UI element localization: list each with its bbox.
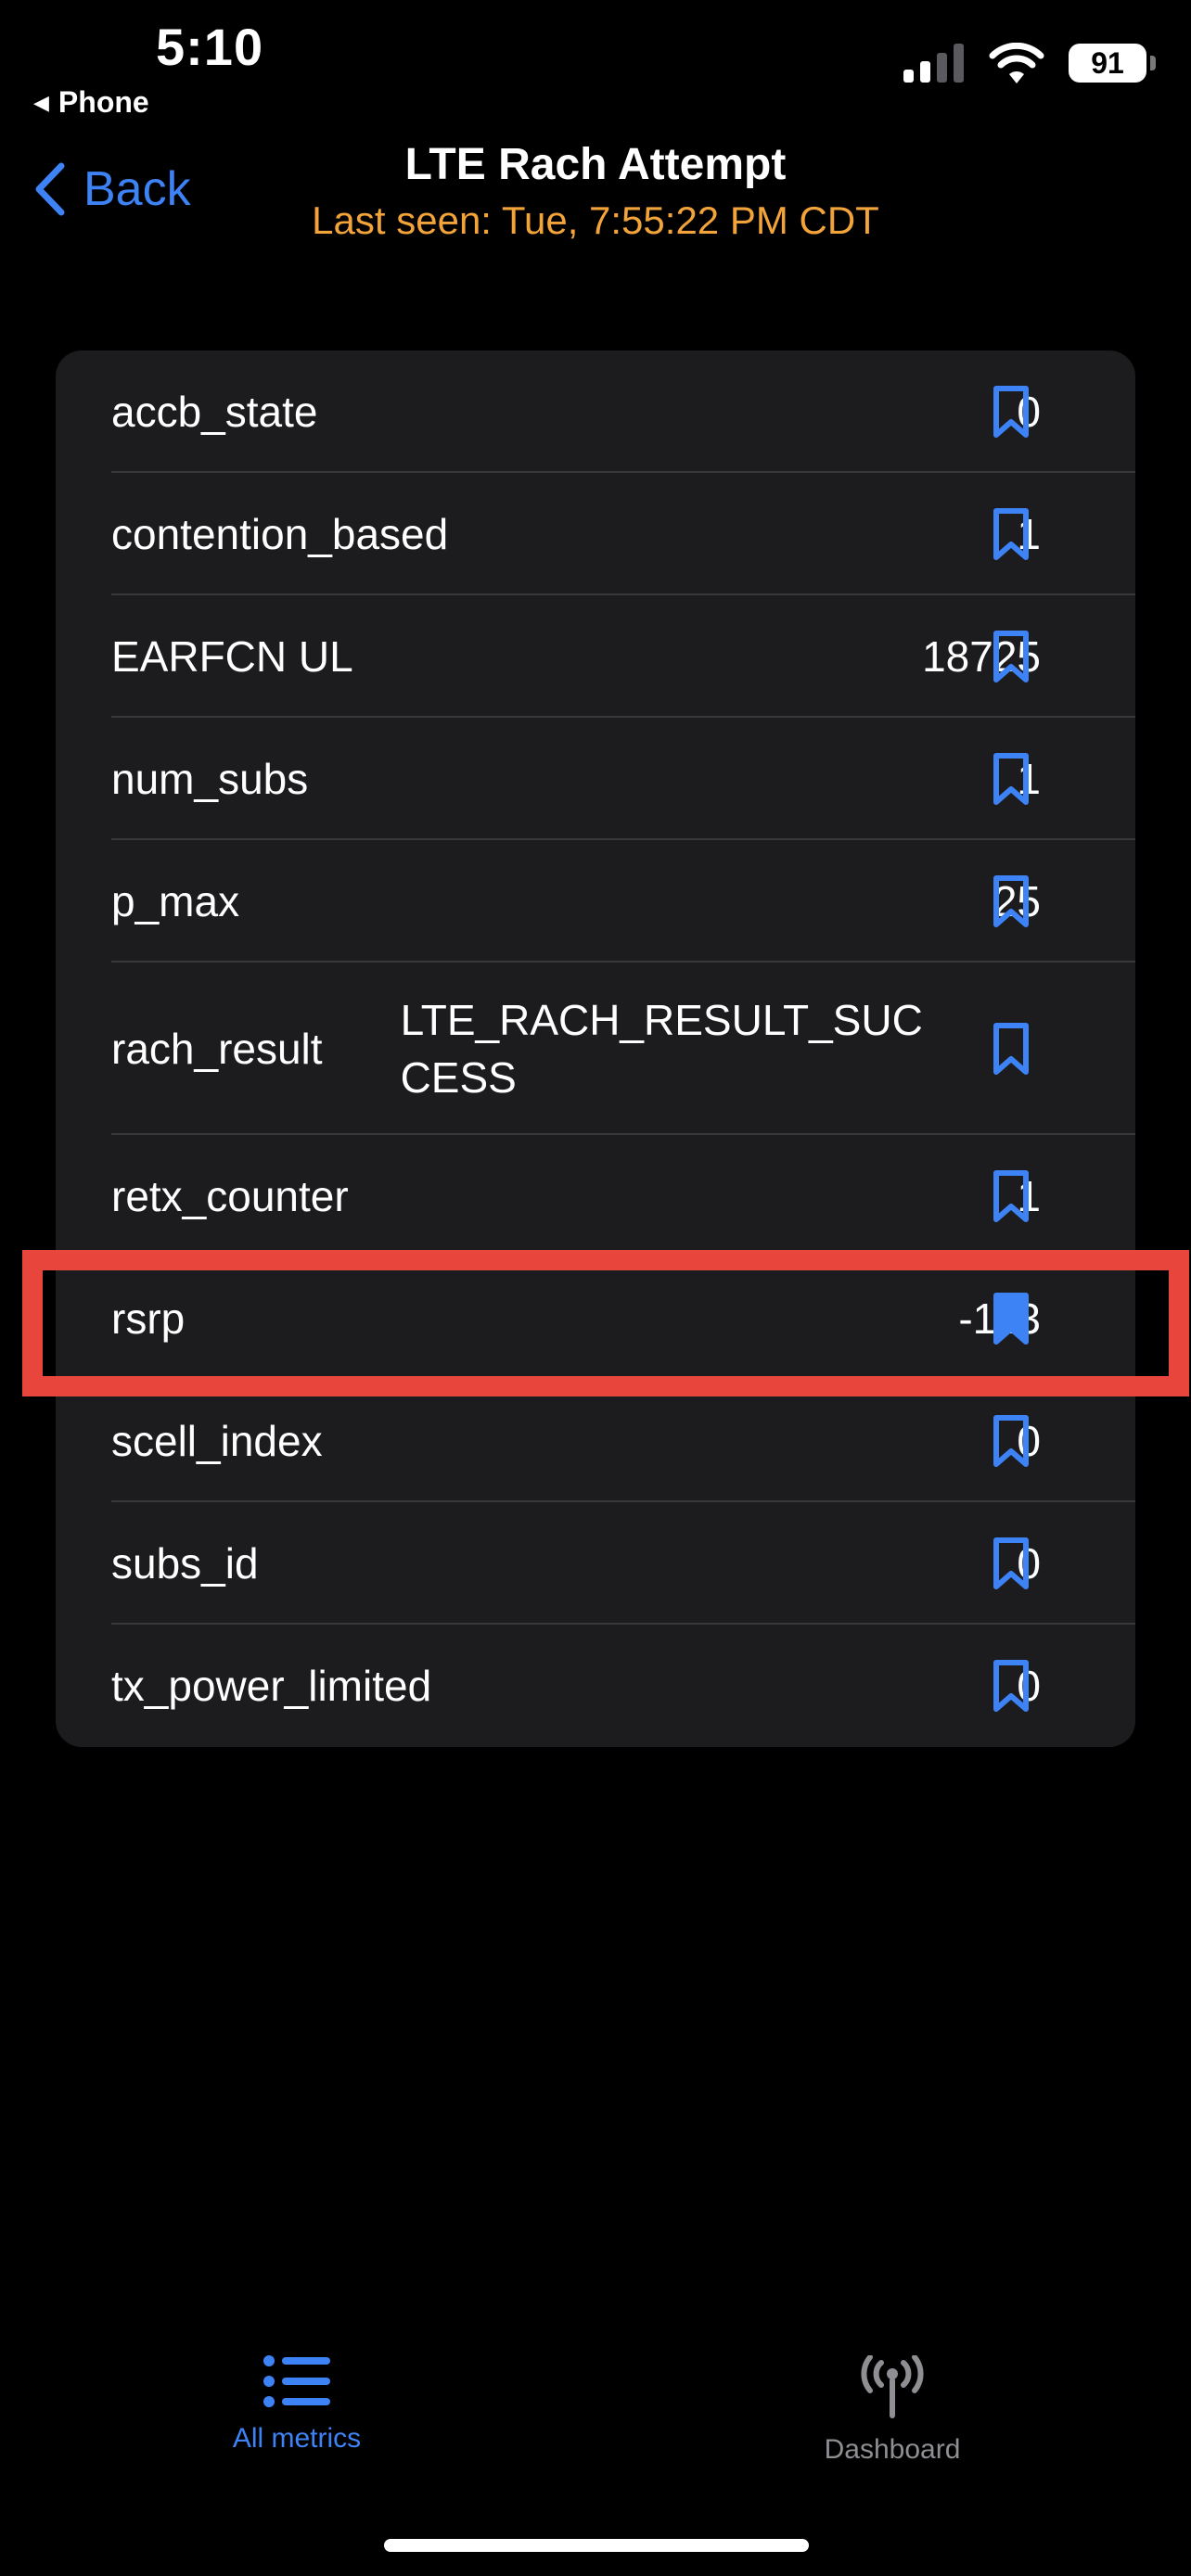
back-to-phone-link[interactable]: ◀ Phone: [33, 85, 149, 120]
back-triangle-icon: ◀: [33, 90, 49, 114]
bookmark-icon[interactable]: [992, 1169, 1030, 1223]
home-indicator: [384, 2539, 809, 2552]
metric-row-tx-power-limited[interactable]: tx_power_limited 0: [56, 1625, 1135, 1747]
bookmark-icon[interactable]: [992, 752, 1030, 806]
metrics-list: accb_state 0 contention_based 1 EARFCN U…: [56, 351, 1135, 1747]
list-icon: [263, 2355, 330, 2407]
metric-label: scell_index: [111, 1417, 323, 1465]
metric-row-contention-based[interactable]: contention_based 1: [56, 473, 1135, 595]
bookmark-icon[interactable]: [992, 1022, 1030, 1076]
status-time: 5:10: [156, 18, 264, 76]
metric-row-p-max[interactable]: p_max 25: [56, 840, 1135, 963]
bookmark-icon[interactable]: [992, 385, 1030, 439]
battery-level: 91: [1091, 45, 1124, 80]
metric-label: subs_id: [111, 1539, 259, 1588]
tab-dashboard-label: Dashboard: [824, 2434, 961, 2465]
metric-row-subs-id[interactable]: subs_id 0: [56, 1502, 1135, 1625]
metric-label: p_max: [111, 877, 240, 925]
bookmark-icon[interactable]: [992, 1414, 1030, 1468]
metric-label: rach_result: [111, 1025, 323, 1073]
metric-label: EARFCN UL: [111, 632, 353, 681]
bookmark-icon[interactable]: [992, 630, 1030, 683]
wifi-icon: [989, 43, 1044, 83]
bookmark-icon[interactable]: [992, 874, 1030, 928]
bookmark-icon[interactable]: [992, 1537, 1030, 1590]
highlight-box: [22, 1250, 1189, 1396]
status-indicators: 91: [903, 43, 1156, 83]
metric-label: accb_state: [111, 388, 318, 436]
metric-label: retx_counter: [111, 1172, 349, 1220]
cellular-signal-icon: [903, 44, 964, 83]
metric-label: tx_power_limited: [111, 1662, 432, 1710]
battery-tip: [1150, 56, 1156, 70]
metric-row-retx-counter[interactable]: retx_counter 1: [56, 1135, 1135, 1257]
metric-value: LTE_RACH_RESULT_SUCCESS: [400, 996, 923, 1102]
back-app-label: Phone: [58, 85, 149, 119]
tab-dashboard[interactable]: Dashboard: [790, 2354, 994, 2466]
bookmark-icon[interactable]: [992, 507, 1030, 561]
metric-row-rach-result[interactable]: rach_result LTE_RACH_RESULT_SUCCESS: [56, 963, 1135, 1135]
metric-label: num_subs: [111, 755, 309, 803]
bookmark-icon[interactable]: [992, 1659, 1030, 1713]
metric-row-num-subs[interactable]: num_subs 1: [56, 718, 1135, 840]
metric-row-accb-state[interactable]: accb_state 0: [56, 351, 1135, 473]
metric-row-scell-index[interactable]: scell_index 0: [56, 1380, 1135, 1502]
page-title: LTE Rach Attempt: [404, 140, 787, 189]
last-seen-subtitle: Last seen: Tue, 7:55:22 PM CDT: [312, 198, 879, 242]
antenna-icon: [861, 2354, 924, 2418]
metric-row-earfcn-ul[interactable]: EARFCN UL 18725: [56, 595, 1135, 718]
metric-label: contention_based: [111, 510, 449, 558]
battery-indicator: 91: [1069, 44, 1156, 83]
tab-all-metrics[interactable]: All metrics: [195, 2355, 399, 2455]
tab-all-metrics-label: All metrics: [232, 2423, 362, 2454]
